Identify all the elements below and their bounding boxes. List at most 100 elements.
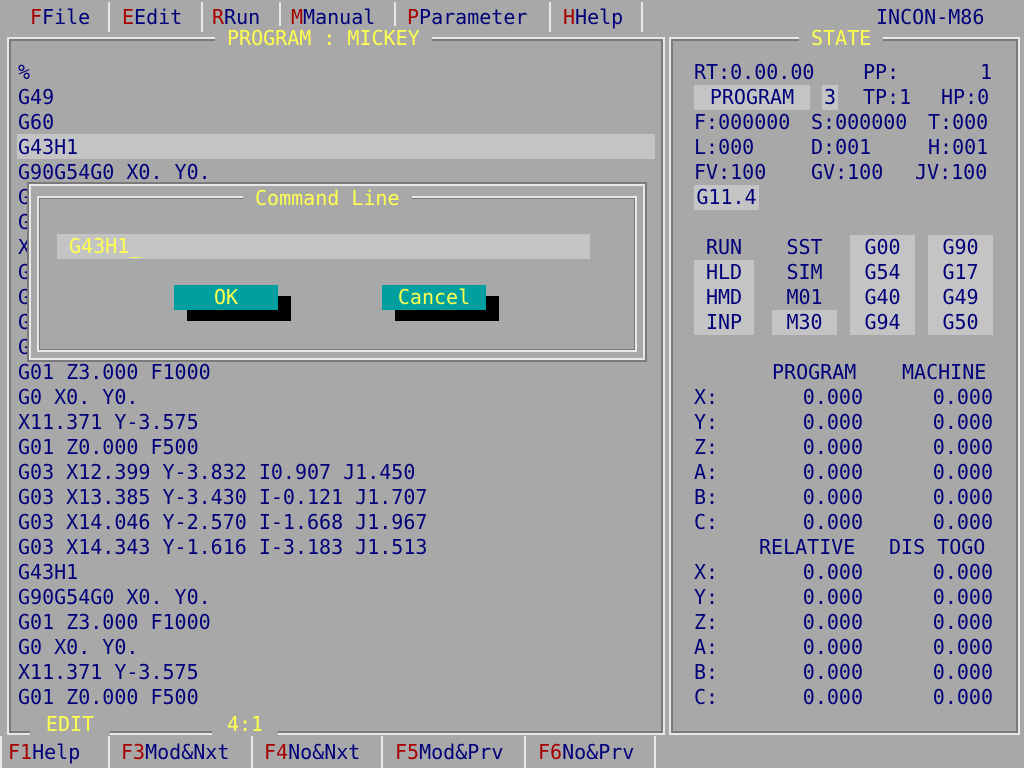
axis-label: C: [694,510,719,534]
axis-label: C: [694,685,719,709]
coord-value: 0.000 [932,660,993,684]
fn-separator [524,736,526,768]
coord-value: 0.000 [932,460,993,484]
d-value: D:001 [811,135,872,159]
fn-no-prev[interactable]: F6No&Prv [538,739,634,765]
coord-value: 0.000 [802,485,863,509]
mode-indicator: EDIT [30,712,110,737]
mode-flag: G49 [928,285,993,310]
command-input-value: G43H1 [69,234,130,258]
program-line[interactable]: G01 Z0.000 F500 [18,685,199,710]
menu-help[interactable]: HHelp [563,4,623,30]
cancel-button[interactable]: Cancel [382,285,486,310]
coord-value: 0.000 [932,610,993,634]
program-mode-box: PROGRAM [694,85,810,110]
fn-mod-next-key: F3 [121,740,146,764]
axis-label: X: [694,385,719,409]
menu-separator [108,2,110,32]
program-line[interactable]: G43H1 [18,135,78,160]
menu-file-label: File [42,5,91,29]
fn-help[interactable]: F1Help [8,739,80,765]
menu-help-label: Help [575,5,624,29]
runtime: RT:0.00.00 [694,60,815,84]
axis-label: B: [694,660,719,684]
gv-value: GV:100 [811,160,884,184]
coord-value: 0.000 [802,585,863,609]
coord-value: 0.000 [932,585,993,609]
program-line[interactable]: G0 X0. Y0. [18,635,138,660]
tool-value: T:000 [928,110,989,134]
mode-flag: RUN [705,235,743,259]
program-title: PROGRAM : MICKEY [215,26,432,51]
program-line[interactable]: X11.371 Y-3.575 [18,410,199,435]
coord-value: 0.000 [802,410,863,434]
fn-mod-prev-label: Mod&Prv [419,740,504,764]
program-line[interactable]: G90G54G0 X0. Y0. [18,585,211,610]
mode-label: EDIT [45,712,95,736]
program-line[interactable]: G03 X13.385 Y-3.430 I-0.121 J1.707 [18,485,427,510]
coord-value: 0.000 [932,510,993,534]
program-line[interactable]: G43H1 [18,560,78,585]
pp-label: PP: [863,60,900,84]
distogo-coords-header: DIS TOGO [889,535,986,559]
program-line[interactable]: G60 [18,110,54,135]
axis-label: Z: [694,435,719,459]
program-line[interactable]: G0 X0. Y0. [18,385,138,410]
feed-value: F:000000 [694,110,791,134]
brand-label: INCON-M86 [876,5,985,29]
coord-value: 0.000 [932,485,993,509]
menu-file[interactable]: FFile [30,4,90,30]
jv-value: JV:100 [915,160,988,184]
program-line[interactable]: % [18,60,30,85]
tp-value: TP:1 [863,85,912,109]
program-line[interactable]: X11.371 Y-3.575 [18,660,199,685]
fn-separator [654,736,656,768]
fn-mod-next-label: Mod&Nxt [145,740,230,764]
mode-flag: INP [694,310,754,335]
fv-value: FV:100 [694,160,767,184]
program-number: 3 [822,85,838,110]
command-input[interactable]: G43H1_ [57,234,590,259]
axis-label: Z: [694,610,719,634]
menu-separator [641,2,643,32]
menu-file-hotkey: F [30,5,43,29]
mode-flag: G40 [850,285,915,310]
coord-value: 0.000 [932,410,993,434]
program-line[interactable]: G01 Z0.000 F500 [18,435,199,460]
fn-mod-prev-key: F5 [395,740,420,764]
menu-parameter-label: Parameter [419,5,528,29]
program-line[interactable]: G03 X12.399 Y-3.832 I0.907 J1.450 [18,460,415,485]
ok-button[interactable]: OK [174,285,278,310]
coord-value: 0.000 [932,635,993,659]
menu-edit-hotkey: E [122,5,135,29]
menu-edit[interactable]: EEdit [122,4,182,30]
mode-flag: SIM [786,260,823,284]
program-line[interactable]: G01 Z3.000 F1000 [18,610,211,635]
fn-mod-next[interactable]: F3Mod&Nxt [121,739,229,765]
fn-mod-prev[interactable]: F5Mod&Prv [395,739,503,765]
program-line[interactable]: G90G54G0 X0. Y0. [18,160,211,185]
coord-value: 0.000 [802,660,863,684]
coord-value: 0.000 [802,635,863,659]
cursor-position: 4:1 [212,712,278,737]
fn-separator [251,736,253,768]
coord-value: 0.000 [802,510,863,534]
coord-value: 0.000 [932,685,993,709]
text-cursor: _ [129,234,142,258]
fn-no-next[interactable]: F4No&Nxt [264,739,360,765]
axis-label: B: [694,485,719,509]
program-line[interactable]: G01 Z3.000 F1000 [18,360,211,385]
coord-value: 0.000 [802,685,863,709]
function-key-bar: F1Help F3Mod&Nxt F4No&Nxt F5Mod&Prv F6No… [0,736,1024,768]
relative-coords-header: RELATIVE [759,535,856,559]
axis-label: X: [694,560,719,584]
active-gcode: G11.4 [694,185,759,210]
mode-flag: G50 [928,310,993,335]
menu-edit-label: Edit [134,5,183,29]
program-line[interactable]: G49 [18,85,54,110]
fn-no-next-key: F4 [264,740,289,764]
program-line[interactable]: G03 X14.343 Y-1.616 I-3.183 J1.513 [18,535,427,560]
program-line[interactable]: G03 X14.046 Y-2.570 I-1.668 J1.967 [18,510,427,535]
fn-help-label: Help [32,740,81,764]
menu-separator [201,2,203,32]
